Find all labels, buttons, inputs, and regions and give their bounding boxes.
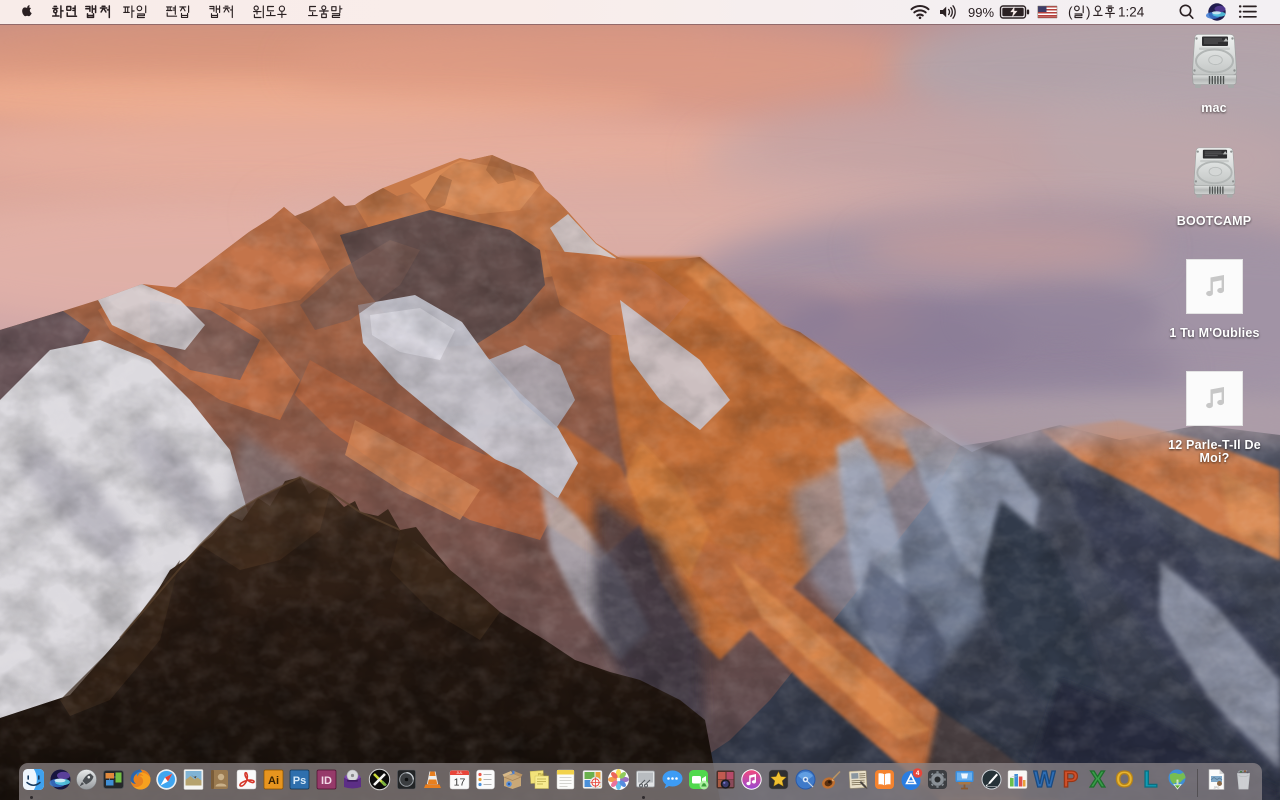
svg-text:99%: 99% <box>968 5 994 20</box>
svg-text:(: ( <box>1068 5 1073 20</box>
svg-text:Ai: Ai <box>268 775 279 787</box>
svg-text:Plans: Plans <box>538 773 547 777</box>
svg-text:JUL: JUL <box>456 771 462 775</box>
svg-text:O: O <box>1115 768 1133 791</box>
svg-text:JPG: JPG <box>1214 786 1221 790</box>
svg-text:4: 4 <box>916 770 920 777</box>
svg-text:P: P <box>1063 768 1078 791</box>
svg-text:X: X <box>1090 768 1106 791</box>
svg-text:L: L <box>1144 768 1158 791</box>
svg-text:1:24: 1:24 <box>1118 5 1145 20</box>
svg-text:W: W <box>1034 768 1056 791</box>
svg-text:Ps: Ps <box>293 775 306 787</box>
svg-text:ID: ID <box>321 775 332 787</box>
svg-text:): ) <box>1086 5 1091 20</box>
svg-text:17: 17 <box>453 777 465 789</box>
